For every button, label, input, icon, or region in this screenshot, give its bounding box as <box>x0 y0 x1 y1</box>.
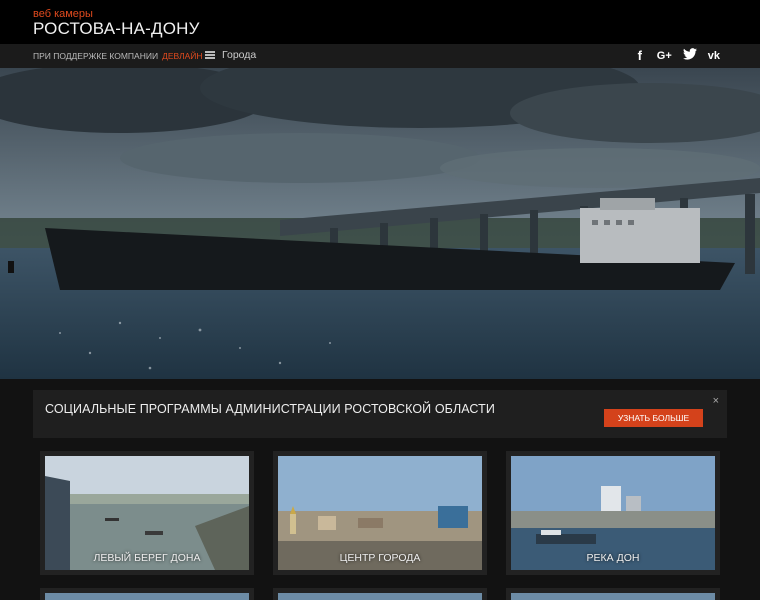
camera-label: ЛЕВЫЙ БЕРЕГ ДОНА <box>93 552 201 564</box>
site-header: веб камеры РОСТОВА-НА-ДОНУ <box>0 0 760 44</box>
hero-image <box>0 68 760 379</box>
camera-thumbnail[interactable]: ЦЕНТР ГОРОДА <box>278 456 482 570</box>
sponsor-note: ПРИ ПОДДЕРЖКЕ КОМПАНИИ ДЕВЛАЙН <box>33 51 203 61</box>
cities-label: Города <box>222 49 257 61</box>
camera-card-partial[interactable] <box>40 588 254 600</box>
camera-card-partial[interactable] <box>273 588 487 600</box>
menu-icon <box>205 51 215 59</box>
sponsor-text: ПРИ ПОДДЕРЖКЕ КОМПАНИИ <box>33 51 159 61</box>
cities-menu-button[interactable]: Города <box>205 49 256 61</box>
camera-thumbnail[interactable]: РЕКА ДОН <box>511 456 715 570</box>
camera-thumbnail[interactable] <box>278 593 482 600</box>
camera-thumbnail[interactable] <box>511 593 715 600</box>
promo-banner: СОЦИАЛЬНЫЕ ПРОГРАММЫ АДМИНИСТРАЦИИ РОСТО… <box>33 390 727 438</box>
camera-card-city-center[interactable]: ЦЕНТР ГОРОДА <box>273 451 487 575</box>
promo-text: СОЦИАЛЬНЫЕ ПРОГРАММЫ АДМИНИСТРАЦИИ РОСТО… <box>45 402 495 416</box>
close-icon[interactable]: × <box>713 395 719 407</box>
camera-label: РЕКА ДОН <box>586 552 640 564</box>
camera-card-don-river[interactable]: РЕКА ДОН <box>506 451 720 575</box>
social-links: f G+ vk <box>634 48 720 64</box>
sponsor-company-link[interactable]: ДЕВЛАЙН <box>162 51 203 61</box>
learn-more-button[interactable]: УЗНАТЬ БОЛЬШЕ <box>604 409 703 427</box>
camera-card-left-bank[interactable]: ЛЕВЫЙ БЕРЕГ ДОНА <box>40 451 254 575</box>
camera-card-partial[interactable] <box>506 588 720 600</box>
sub-navigation: ПРИ ПОДДЕРЖКЕ КОМПАНИИ ДЕВЛАЙН Города f G… <box>0 44 760 68</box>
twitter-icon[interactable] <box>682 48 697 64</box>
vk-icon[interactable]: vk <box>708 48 720 64</box>
facebook-icon[interactable]: f <box>634 48 646 64</box>
camera-thumbnail[interactable]: ЛЕВЫЙ БЕРЕГ ДОНА <box>45 456 249 570</box>
camera-thumbnail[interactable] <box>45 593 249 600</box>
camera-label: ЦЕНТР ГОРОДА <box>339 552 421 564</box>
google-plus-icon[interactable]: G+ <box>657 48 672 64</box>
brand-title[interactable]: РОСТОВА-НА-ДОНУ <box>33 19 200 39</box>
